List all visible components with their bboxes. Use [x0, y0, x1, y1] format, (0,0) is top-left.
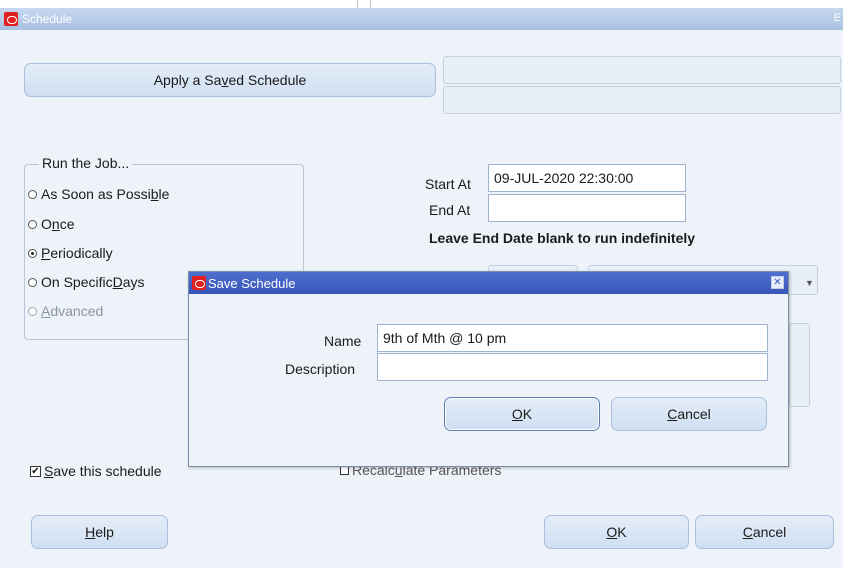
chevron-down-icon[interactable]: ▼: [805, 278, 814, 288]
dialog-cancel-button[interactable]: Cancel: [611, 397, 767, 431]
end-at-input[interactable]: [488, 194, 686, 222]
close-icon[interactable]: ✕: [771, 276, 784, 289]
description-label: Description: [285, 361, 356, 377]
help-button[interactable]: Help: [31, 515, 168, 549]
start-at-input[interactable]: [488, 164, 686, 192]
oracle-logo-icon: [4, 12, 18, 26]
dialog-ok-button[interactable]: OK: [444, 397, 600, 431]
radio-once[interactable]: On ce: [28, 216, 74, 232]
hidden-panel: [789, 323, 810, 407]
radio-periodically[interactable]: Periodically: [28, 245, 113, 261]
checkbox-checked-icon: ✔: [30, 465, 41, 477]
window-title: Schedule: [22, 12, 73, 26]
saved-schedule-name-field: [443, 56, 841, 84]
dialog-titlebar: Save Schedule ✕: [189, 272, 788, 294]
oracle-logo-icon: [192, 276, 206, 290]
description-input[interactable]: [377, 353, 768, 381]
ok-button[interactable]: OK: [544, 515, 689, 549]
saved-schedule-description-field: [443, 86, 841, 114]
name-label: Name: [324, 333, 362, 349]
radio-icon: [28, 189, 37, 199]
radio-checked-icon: [28, 248, 37, 258]
save-this-schedule-checkbox[interactable]: ✔ Save this schedule: [30, 463, 162, 479]
run-the-job-legend: Run the Job...: [39, 155, 133, 171]
radio-advanced[interactable]: Advanced: [28, 303, 103, 319]
strip-tick: [370, 0, 371, 8]
radio-icon: [28, 219, 37, 229]
save-schedule-dialog: Save Schedule ✕ Name Description OK Canc…: [188, 271, 789, 467]
name-input[interactable]: [377, 324, 768, 352]
top-strip: [0, 0, 843, 8]
start-at-label: Start At: [425, 176, 471, 192]
radio-icon: [28, 306, 37, 316]
cancel-button[interactable]: Cancel: [695, 515, 834, 549]
window-titlebar: Schedule E: [0, 8, 843, 30]
radio-icon: [28, 277, 37, 287]
radio-on-specific-days[interactable]: On Specific Days: [28, 274, 145, 290]
radio-as-soon-as-possible[interactable]: As Soon as Possi b le: [28, 186, 169, 202]
titlebar-right-mark: E: [833, 12, 841, 24]
strip-tick: [357, 0, 358, 8]
dialog-title: Save Schedule: [208, 276, 296, 291]
end-date-note: Leave End Date blank to run indefinitely: [429, 230, 696, 246]
apply-saved-schedule-button[interactable]: Apply a Sa v ed Schedule: [24, 63, 436, 97]
end-at-label: End At: [429, 202, 471, 218]
